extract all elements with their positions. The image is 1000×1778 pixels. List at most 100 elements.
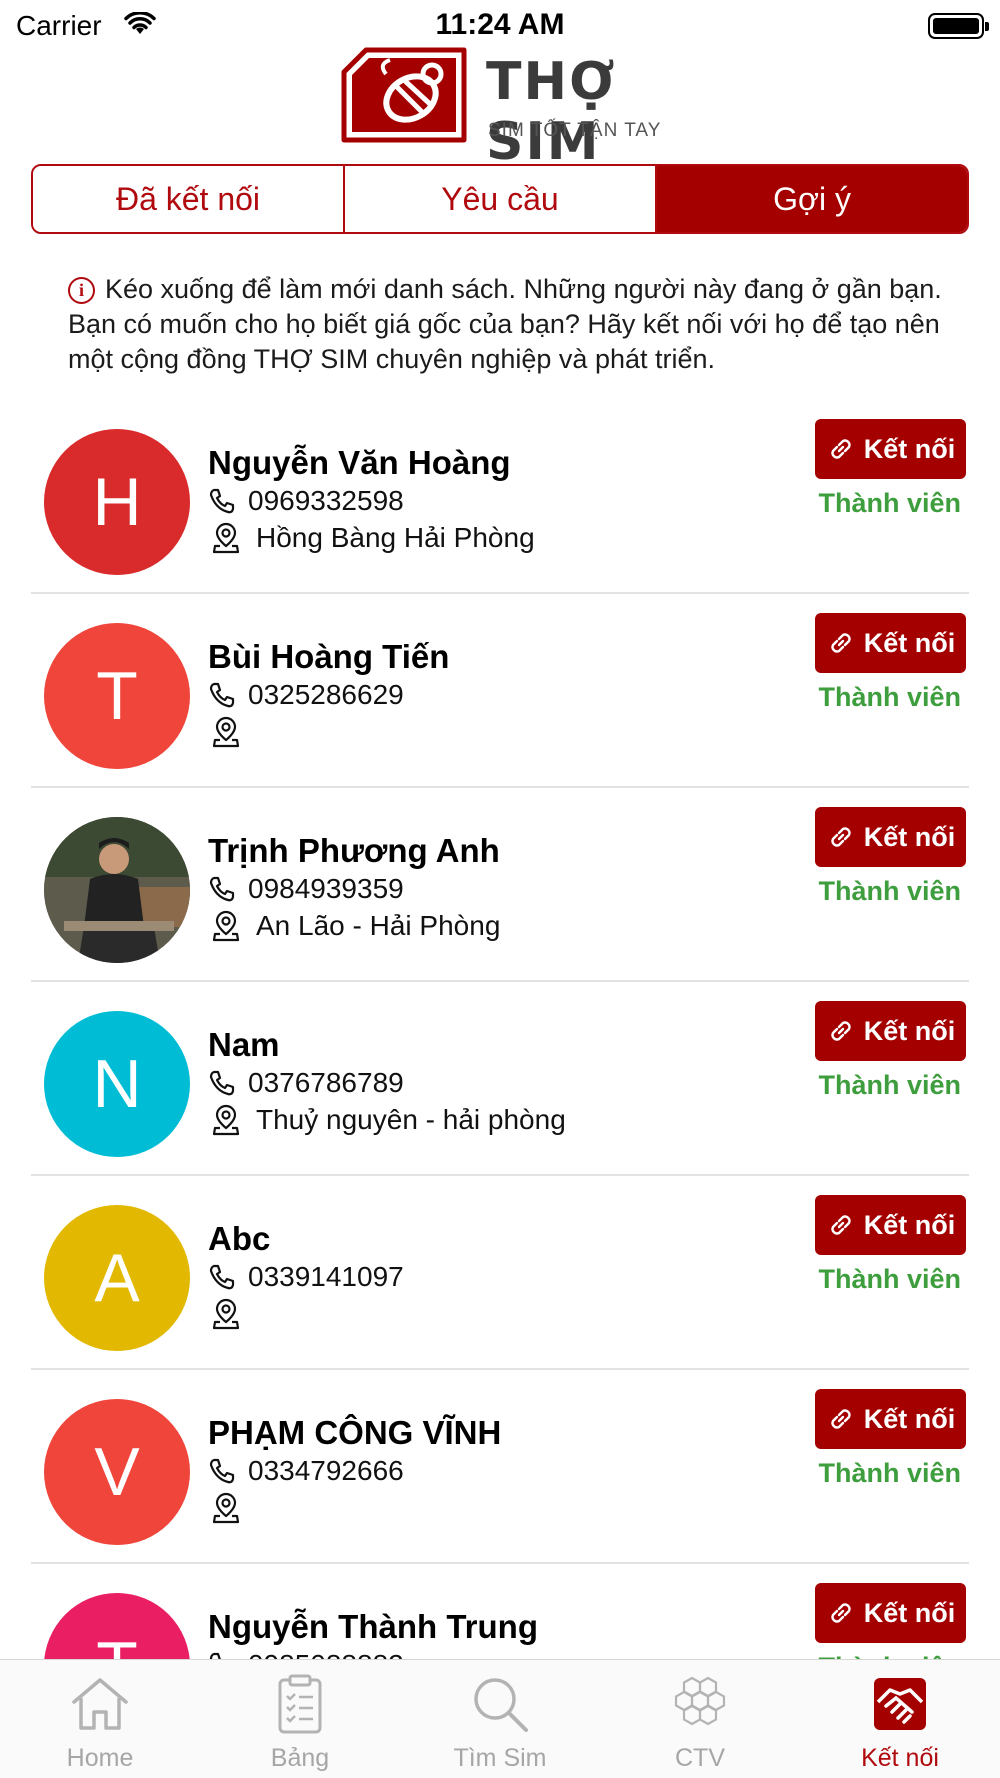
hexagon-network-icon xyxy=(674,1676,726,1726)
list-item: V PHẠM CÔNG VĨNH 0334792666 Kết nối Thàn… xyxy=(31,1370,969,1564)
contact-phone: 0334792666 xyxy=(208,1455,404,1487)
connect-button[interactable]: Kết nối xyxy=(815,1583,966,1643)
tab-requests[interactable]: Yêu cầu xyxy=(343,166,655,232)
link-icon xyxy=(831,1603,851,1623)
contact-name: PHẠM CÔNG VĨNH xyxy=(208,1414,502,1451)
location-pin-icon xyxy=(212,1492,240,1524)
link-icon xyxy=(831,1215,851,1235)
connect-button[interactable]: Kết nối xyxy=(815,807,966,867)
connect-button-label: Kết nối xyxy=(863,433,956,464)
handshake-icon xyxy=(874,1678,926,1730)
location-pin-icon xyxy=(212,1298,240,1330)
list-item: T Nguyễn Thành Trung 0985088882 Kết nối xyxy=(31,1564,969,1659)
avatar: N xyxy=(44,1011,190,1157)
logo-tagline: SIM TỐT TẬN TAY xyxy=(488,120,662,141)
phone-icon xyxy=(209,876,235,902)
contact-address xyxy=(208,1492,256,1524)
address-text: Thuỷ nguyên - hải phòng xyxy=(256,1104,566,1135)
link-icon xyxy=(831,1021,851,1041)
list-item: A Abc 0339141097 Kết nối Thành viên xyxy=(31,1176,969,1370)
bottom-tab-bar: Home Bảng Tìm Sim CTV Kết nối xyxy=(0,1659,1000,1778)
list-item: H Nguyễn Văn Hoàng 0969332598 Hồng Bàng … xyxy=(31,400,969,594)
phone-number: 0339141097 xyxy=(248,1261,404,1292)
contact-address: Hồng Bàng Hải Phòng xyxy=(208,522,535,554)
avatar-photo xyxy=(44,817,190,963)
contact-address xyxy=(208,716,256,748)
connect-button-label: Kết nối xyxy=(863,1403,956,1434)
nav-board[interactable]: Bảng xyxy=(200,1660,400,1778)
contact-address xyxy=(208,1298,256,1330)
status-bar: Carrier 11:24 AM xyxy=(0,0,1000,50)
tab-suggestions[interactable]: Gợi ý xyxy=(655,166,967,232)
member-status-label: Thành viên xyxy=(818,682,961,712)
connect-button-label: Kết nối xyxy=(863,821,956,852)
notice-text: Kéo xuống để làm mới danh sách. Những ng… xyxy=(68,274,942,374)
avatar: T xyxy=(44,1593,190,1659)
suggestion-list[interactable]: H Nguyễn Văn Hoàng 0969332598 Hồng Bàng … xyxy=(31,400,969,1659)
list-item: Trịnh Phương Anh 0984939359 An Lão - Hải… xyxy=(31,788,969,982)
connect-button[interactable]: Kết nối xyxy=(815,1001,966,1061)
app-logo: THỢ SIM SIM TỐT TẬN TAY xyxy=(336,46,676,172)
contact-phone: 0985088882 xyxy=(208,1649,404,1659)
contact-phone: 0325286629 xyxy=(208,679,404,711)
list-item: T Bùi Hoàng Tiến 0325286629 Kết nối Thàn… xyxy=(31,594,969,788)
logo-title: THỢ SIM xyxy=(486,52,617,172)
contact-phone: 0984939359 xyxy=(208,873,404,905)
contact-name: Nguyễn Văn Hoàng xyxy=(208,444,511,481)
contact-phone: 0969332598 xyxy=(208,485,404,517)
phone-number: 0334792666 xyxy=(248,1455,404,1486)
contact-name: Nguyễn Thành Trung xyxy=(208,1608,538,1645)
nav-home[interactable]: Home xyxy=(0,1660,200,1778)
nav-find-sim[interactable]: Tìm Sim xyxy=(400,1660,600,1778)
location-pin-icon xyxy=(212,910,240,942)
link-icon xyxy=(831,827,851,847)
connect-button-label: Kết nối xyxy=(863,1015,956,1046)
location-pin-icon xyxy=(212,1104,240,1136)
contact-phone: 0339141097 xyxy=(208,1261,404,1293)
nav-connect[interactable]: Kết nối xyxy=(800,1660,1000,1778)
phone-number: 0984939359 xyxy=(248,873,404,904)
member-status-label: Thành viên xyxy=(818,1458,961,1488)
info-notice: i Kéo xuống để làm mới danh sách. Những n… xyxy=(68,272,948,377)
connect-button[interactable]: Kết nối xyxy=(815,1389,966,1449)
segmented-tabs: Đã kết nối Yêu cầu Gợi ý xyxy=(31,164,969,234)
person-photo-icon xyxy=(44,817,190,963)
avatar: A xyxy=(44,1205,190,1351)
list-item: N Nam 0376786789 Thuỷ nguyên - hải phòng… xyxy=(31,982,969,1176)
phone-icon xyxy=(209,488,235,514)
home-icon xyxy=(72,1678,128,1730)
connect-button-label: Kết nối xyxy=(863,627,956,658)
phone-icon xyxy=(209,1652,221,1659)
clock: 11:24 AM xyxy=(435,8,565,41)
nav-find-sim-label: Tìm Sim xyxy=(453,1744,547,1772)
address-text: Hồng Bàng Hải Phòng xyxy=(256,522,535,553)
search-icon xyxy=(474,1678,528,1732)
avatar: H xyxy=(44,429,190,575)
contact-address: Thuỷ nguyên - hải phòng xyxy=(208,1104,566,1136)
link-icon xyxy=(831,1409,851,1429)
phone-icon xyxy=(209,1264,235,1290)
connect-button-label: Kết nối xyxy=(863,1209,956,1240)
connect-button[interactable]: Kết nối xyxy=(815,419,966,479)
link-icon xyxy=(831,633,851,653)
address-text: An Lão - Hải Phòng xyxy=(256,910,501,941)
phone-number: 0325286629 xyxy=(248,679,404,710)
info-icon: i xyxy=(68,277,95,304)
member-status-label: Thành viên xyxy=(818,1264,961,1294)
connect-button-label: Kết nối xyxy=(863,1597,956,1628)
avatar: V xyxy=(44,1399,190,1545)
bee-logo-icon xyxy=(341,47,467,143)
clipboard-icon xyxy=(278,1674,322,1734)
nav-home-label: Home xyxy=(66,1744,134,1772)
phone-number: 0969332598 xyxy=(248,485,404,516)
connect-button[interactable]: Kết nối xyxy=(815,1195,966,1255)
phone-icon xyxy=(209,1070,235,1096)
connect-button[interactable]: Kết nối xyxy=(815,613,966,673)
tab-connected[interactable]: Đã kết nối xyxy=(33,166,343,232)
nav-ctv[interactable]: CTV xyxy=(600,1660,800,1778)
nav-ctv-label: CTV xyxy=(675,1744,725,1772)
phone-icon xyxy=(209,682,235,708)
member-status-label: Thành viên xyxy=(818,1652,961,1659)
contact-name: Trịnh Phương Anh xyxy=(208,832,500,869)
phone-icon xyxy=(209,1458,235,1484)
